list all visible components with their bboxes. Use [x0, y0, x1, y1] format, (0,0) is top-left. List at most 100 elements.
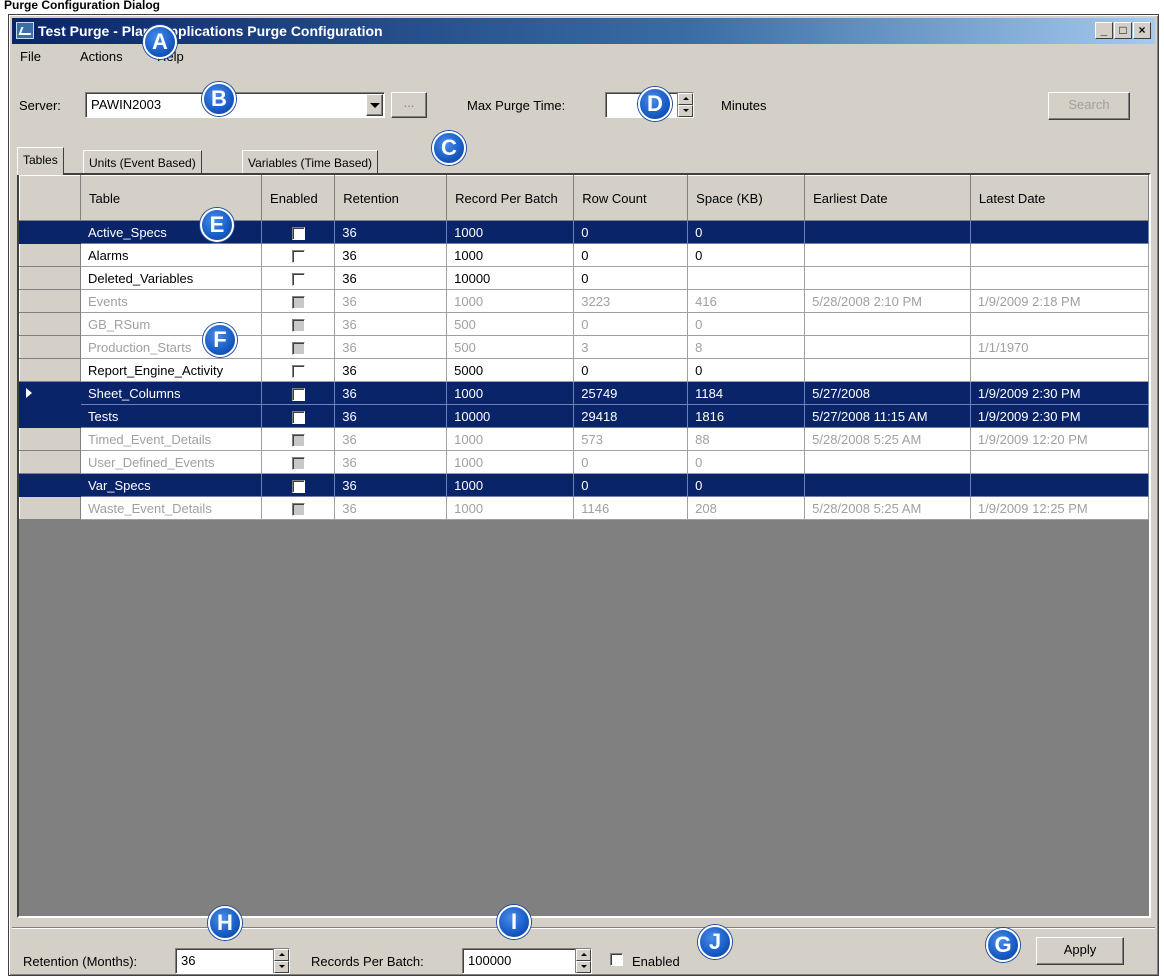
enabled-checkbox[interactable]: [291, 295, 305, 309]
stepper-up-icon[interactable]: [678, 93, 693, 105]
cell-retention[interactable]: 36: [334, 427, 448, 451]
cell-retention[interactable]: 36: [334, 496, 448, 520]
cell-retention[interactable]: 36: [334, 243, 448, 267]
maximize-button[interactable]: □: [1114, 22, 1132, 39]
table-row[interactable]: Active_Specs 36 1000 0 0: [18, 220, 1150, 244]
table-row[interactable]: Deleted_Variables 36 10000 0: [18, 266, 1150, 290]
cell-record-per-batch[interactable]: 500: [446, 312, 575, 336]
cell-retention[interactable]: 36: [334, 404, 448, 428]
enabled-checkbox[interactable]: [291, 433, 305, 447]
column-header-enabled[interactable]: Enabled: [261, 175, 336, 221]
cell-retention[interactable]: 36: [334, 381, 448, 405]
cell-record-per-batch[interactable]: 1000: [446, 220, 575, 244]
column-header-latest-date[interactable]: Latest Date: [969, 175, 1150, 221]
title-bar[interactable]: Test Purge - Plant Applications Purge Co…: [12, 18, 1155, 44]
table-row[interactable]: Sheet_Columns 36 1000 25749 1184 5/27/2008 1/9…: [18, 381, 1150, 405]
enabled-checkbox[interactable]: [291, 502, 305, 516]
server-dropdown-button[interactable]: [366, 94, 383, 116]
enabled-checkbox[interactable]: [291, 341, 305, 355]
table-row[interactable]: Timed_Event_Details 36 1000 573 88 5/28/2008 …: [18, 427, 1150, 451]
enabled-checkbox[interactable]: [291, 456, 305, 470]
records-per-batch-stepper[interactable]: [575, 949, 591, 973]
cell-table-name[interactable]: Waste_Event_Details: [80, 496, 263, 520]
row-selector[interactable]: [18, 243, 82, 267]
stepper-up-icon[interactable]: [274, 949, 289, 961]
cell-table-name[interactable]: Deleted_Variables: [80, 266, 263, 290]
tab-variables-time-based[interactable]: Variables (Time Based): [242, 150, 379, 174]
cell-retention[interactable]: 36: [334, 335, 448, 359]
enabled-checkbox[interactable]: [291, 387, 305, 401]
table-row[interactable]: Alarms 36 1000 0 0: [18, 243, 1150, 267]
cell-table-name[interactable]: Timed_Event_Details: [80, 427, 263, 451]
row-selector[interactable]: [18, 358, 82, 382]
table-row[interactable]: Production_Starts 36 500 3 8 1/1/1970: [18, 335, 1150, 359]
cell-record-per-batch[interactable]: 500: [446, 335, 575, 359]
table-row[interactable]: Waste_Event_Details 36 1000 1146 208 5/28/200…: [18, 496, 1150, 520]
row-selector[interactable]: [18, 289, 82, 313]
row-selector[interactable]: [18, 266, 82, 290]
menu-file[interactable]: File: [20, 49, 41, 64]
tab-tables[interactable]: Tables: [17, 147, 64, 175]
row-selector[interactable]: [18, 496, 82, 520]
enabled-checkbox[interactable]: [291, 364, 305, 378]
row-selector[interactable]: [18, 335, 82, 359]
row-selector[interactable]: [18, 427, 82, 451]
stepper-down-icon[interactable]: [274, 961, 289, 973]
enabled-checkbox[interactable]: [610, 953, 623, 966]
cell-table-name[interactable]: Alarms: [80, 243, 263, 267]
row-selector[interactable]: [18, 220, 82, 244]
cell-record-per-batch[interactable]: 1000: [446, 450, 575, 474]
cell-record-per-batch[interactable]: 1000: [446, 496, 575, 520]
row-selector[interactable]: [18, 404, 82, 428]
cell-retention[interactable]: 36: [334, 473, 448, 497]
enabled-checkbox[interactable]: [291, 249, 305, 263]
row-selector[interactable]: [18, 473, 82, 497]
cell-retention[interactable]: 36: [334, 266, 448, 290]
cell-record-per-batch[interactable]: 1000: [446, 243, 575, 267]
row-selector[interactable]: [18, 312, 82, 336]
enabled-checkbox[interactable]: [291, 318, 305, 332]
menu-actions[interactable]: Actions: [80, 49, 123, 64]
column-header-record-per-batch[interactable]: Record Per Batch: [446, 175, 575, 221]
cell-record-per-batch[interactable]: 1000: [446, 427, 575, 451]
max-purge-stepper[interactable]: [677, 93, 693, 117]
cell-record-per-batch[interactable]: 10000: [446, 404, 575, 428]
enabled-checkbox[interactable]: [291, 226, 305, 240]
column-header-space[interactable]: Space (KB): [687, 175, 806, 221]
cell-record-per-batch[interactable]: 5000: [446, 358, 575, 382]
retention-input[interactable]: 36: [175, 948, 290, 974]
apply-button[interactable]: Apply: [1036, 937, 1124, 965]
table-row[interactable]: Tests 36 10000 29418 1816 5/27/2008 11:15 AM 1…: [18, 404, 1150, 428]
enabled-checkbox[interactable]: [291, 272, 305, 286]
table-row[interactable]: Var_Specs 36 1000 0 0: [18, 473, 1150, 497]
records-per-batch-input[interactable]: 100000: [462, 948, 592, 974]
row-selector[interactable]: [18, 450, 82, 474]
cell-table-name[interactable]: Tests: [80, 404, 263, 428]
enabled-checkbox[interactable]: [291, 479, 305, 493]
tab-units-event-based[interactable]: Units (Event Based): [83, 150, 202, 174]
enabled-checkbox[interactable]: [291, 410, 305, 424]
cell-retention[interactable]: 36: [334, 220, 448, 244]
stepper-up-icon[interactable]: [576, 949, 591, 961]
row-selector[interactable]: [18, 381, 82, 405]
cell-record-per-batch[interactable]: 1000: [446, 381, 575, 405]
cell-record-per-batch[interactable]: 10000: [446, 266, 575, 290]
column-header-row-count[interactable]: Row Count: [573, 175, 689, 221]
table-row[interactable]: Events 36 1000 3223 416 5/28/2008 2:10 PM 1/9/…: [18, 289, 1150, 313]
column-header-table[interactable]: Table: [80, 175, 263, 221]
search-button[interactable]: Search: [1048, 92, 1130, 120]
column-header-retention[interactable]: Retention: [334, 175, 448, 221]
cell-table-name[interactable]: Events: [80, 289, 263, 313]
browse-server-button[interactable]: ...: [391, 92, 427, 118]
cell-retention[interactable]: 36: [334, 289, 448, 313]
stepper-down-icon[interactable]: [678, 105, 693, 117]
cell-retention[interactable]: 36: [334, 312, 448, 336]
retention-stepper[interactable]: [273, 949, 289, 973]
table-row[interactable]: GB_RSum 36 500 0 0: [18, 312, 1150, 336]
close-button[interactable]: ×: [1133, 22, 1151, 39]
cell-retention[interactable]: 36: [334, 358, 448, 382]
cell-retention[interactable]: 36: [334, 450, 448, 474]
cell-table-name[interactable]: Sheet_Columns: [80, 381, 263, 405]
cell-table-name[interactable]: User_Defined_Events: [80, 450, 263, 474]
minimize-button[interactable]: _: [1095, 22, 1113, 39]
